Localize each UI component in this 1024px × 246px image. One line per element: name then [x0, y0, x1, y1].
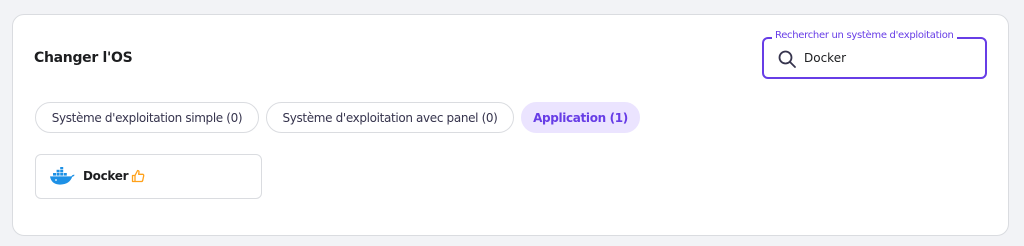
change-os-panel: Changer l'OS Rechercher un système d'exp…	[12, 14, 1009, 236]
filter-simple-os[interactable]: Système d'exploitation simple (0)	[35, 102, 259, 133]
thumbs-up-icon	[131, 169, 145, 183]
option-name: Docker	[83, 169, 129, 183]
search-field[interactable]: Rechercher un système d'exploitation	[762, 30, 987, 79]
page-title: Changer l'OS	[34, 50, 133, 66]
filter-application[interactable]: Application (1)	[521, 102, 640, 133]
search-input[interactable]	[804, 48, 979, 68]
os-option-docker[interactable]: Docker	[35, 154, 262, 199]
search-icon	[778, 50, 796, 68]
filter-os-with-panel[interactable]: Système d'exploitation avec panel (0)	[266, 102, 514, 133]
docker-logo	[50, 167, 75, 185]
search-label: Rechercher un système d'exploitation	[772, 30, 957, 41]
